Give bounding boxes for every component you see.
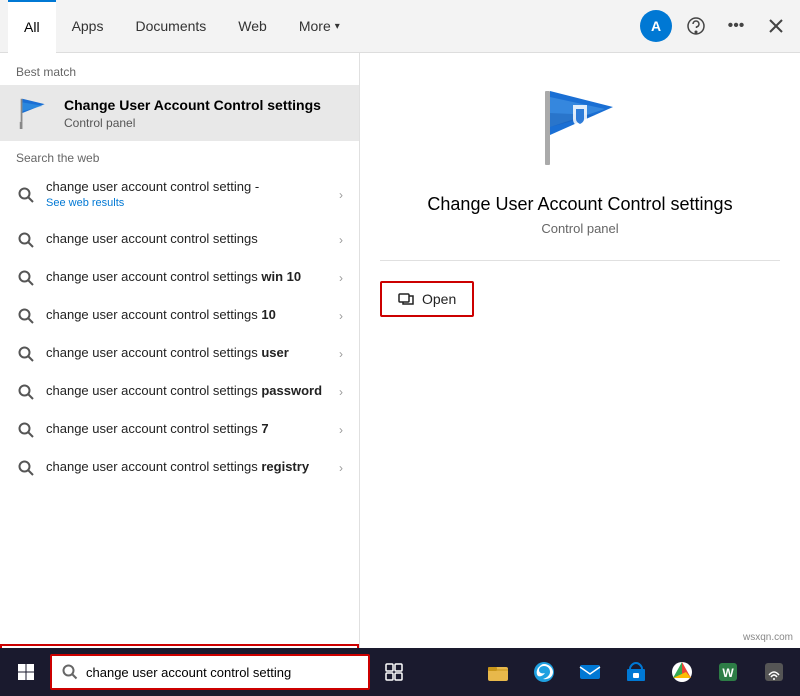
extra-app-icon[interactable]: W xyxy=(706,650,750,694)
tab-all[interactable]: All xyxy=(8,0,56,52)
open-button-label: Open xyxy=(422,291,456,307)
tab-documents[interactable]: Documents xyxy=(119,0,222,52)
chevron-right-icon: › xyxy=(339,233,343,247)
tab-more[interactable]: More ▾ xyxy=(283,0,356,52)
best-match-item[interactable]: Change User Account Control settings Con… xyxy=(0,85,359,141)
chevron-down-icon: ▾ xyxy=(335,21,340,32)
search-icon xyxy=(16,306,36,326)
store-icon[interactable] xyxy=(614,650,658,694)
tab-documents-label: Documents xyxy=(135,18,206,34)
chevron-right-icon: › xyxy=(339,309,343,323)
tab-web-label: Web xyxy=(238,18,267,34)
close-icon[interactable] xyxy=(760,10,792,42)
feedback-icon[interactable] xyxy=(680,10,712,42)
list-item[interactable]: change user account control settings pas… xyxy=(0,373,359,411)
taskbar-icons-right: W xyxy=(476,650,796,694)
chrome-icon[interactable] xyxy=(660,650,704,694)
search-icon xyxy=(16,420,36,440)
chevron-right-icon: › xyxy=(339,461,343,475)
svg-text:W: W xyxy=(722,666,734,680)
list-item[interactable]: change user account control setting - Se… xyxy=(0,169,359,221)
taskbar-search-icon xyxy=(62,664,78,680)
start-button[interactable] xyxy=(4,650,48,694)
search-window: All Apps Documents Web More ▾ A xyxy=(0,0,800,696)
result-text: change user account control settings 10 xyxy=(46,306,329,324)
result-text: change user account control settings use… xyxy=(46,344,329,362)
search-icon xyxy=(16,344,36,364)
left-panel: Best match Change User Account Contro xyxy=(0,53,360,696)
main-content: Best match Change User Account Contro xyxy=(0,53,800,696)
tab-bar: All Apps Documents Web More ▾ A xyxy=(0,0,800,53)
tab-apps[interactable]: Apps xyxy=(56,0,120,52)
tab-apps-label: Apps xyxy=(72,18,104,34)
best-match-text-block: Change User Account Control settings Con… xyxy=(64,96,321,130)
tab-web[interactable]: Web xyxy=(222,0,283,52)
edge-browser-icon[interactable] xyxy=(522,650,566,694)
chevron-right-icon: › xyxy=(339,347,343,361)
best-match-label: Best match xyxy=(0,53,359,85)
result-text: change user account control settings reg… xyxy=(46,458,329,476)
list-item[interactable]: change user account control settings use… xyxy=(0,335,359,373)
file-explorer-icon[interactable] xyxy=(476,650,520,694)
chevron-right-icon: › xyxy=(339,423,343,437)
network-icon[interactable] xyxy=(752,650,796,694)
tab-bar-right: A ••• xyxy=(640,10,792,42)
result-text: change user account control settings xyxy=(46,230,329,248)
best-match-subtitle: Control panel xyxy=(64,116,321,130)
windows-logo-icon xyxy=(17,663,35,681)
watermark: wsxqn.com xyxy=(740,631,796,644)
list-item[interactable]: change user account control settings 10 … xyxy=(0,297,359,335)
task-view-icon xyxy=(384,662,404,682)
taskbar: change user account control setting xyxy=(0,648,800,696)
search-icon xyxy=(16,458,36,478)
search-icon xyxy=(16,382,36,402)
open-icon xyxy=(398,291,414,307)
web-section-label: Search the web xyxy=(0,141,359,169)
uac-large-icon xyxy=(535,83,625,173)
divider xyxy=(380,260,780,261)
avatar[interactable]: A xyxy=(640,10,672,42)
list-item[interactable]: change user account control settings › xyxy=(0,221,359,259)
avatar-letter: A xyxy=(651,18,661,34)
task-view-button[interactable] xyxy=(372,650,416,694)
taskbar-search[interactable]: change user account control setting xyxy=(50,654,370,690)
result-text: change user account control setting - Se… xyxy=(46,178,329,212)
more-options-icon[interactable]: ••• xyxy=(720,10,752,42)
search-results-list: change user account control setting - Se… xyxy=(0,169,359,644)
result-text: change user account control settings win… xyxy=(46,268,329,286)
windows-flag-icon xyxy=(18,97,50,129)
result-text: change user account control settings pas… xyxy=(46,382,329,400)
right-icon-area xyxy=(535,83,625,178)
right-panel: Change User Account Control settings Con… xyxy=(360,53,800,696)
list-item[interactable]: change user account control settings reg… xyxy=(0,449,359,487)
taskbar-search-text: change user account control setting xyxy=(86,665,358,680)
search-icon xyxy=(16,185,36,205)
uac-icon xyxy=(16,95,52,131)
mail-icon[interactable] xyxy=(568,650,612,694)
list-item[interactable]: change user account control settings win… xyxy=(0,259,359,297)
chevron-right-icon: › xyxy=(339,188,343,202)
chevron-right-icon: › xyxy=(339,271,343,285)
result-text: change user account control settings 7 xyxy=(46,420,329,438)
right-subtitle: Control panel xyxy=(541,221,618,236)
best-match-title: Change User Account Control settings xyxy=(64,96,321,114)
tab-all-label: All xyxy=(24,19,40,35)
search-icon xyxy=(16,268,36,288)
chevron-right-icon: › xyxy=(339,385,343,399)
search-icon xyxy=(16,230,36,250)
tab-more-label: More xyxy=(299,18,331,34)
right-title: Change User Account Control settings xyxy=(427,194,732,215)
see-web-results: See web results xyxy=(46,196,329,211)
list-item[interactable]: change user account control settings 7 › xyxy=(0,411,359,449)
open-button[interactable]: Open xyxy=(380,281,474,317)
